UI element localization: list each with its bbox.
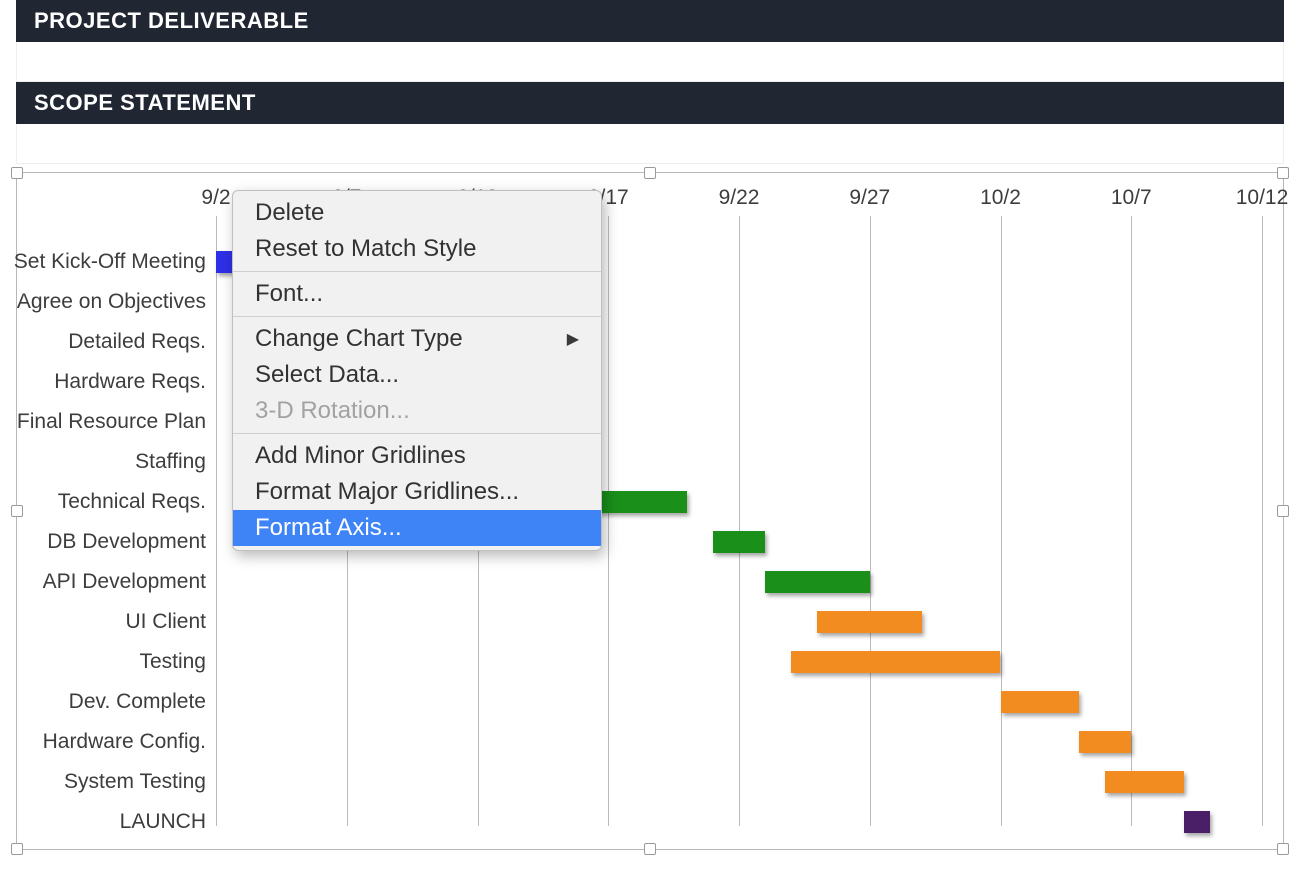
- gantt-bar[interactable]: [817, 611, 922, 633]
- context-menu: Delete Reset to Match Style Font... Chan…: [232, 190, 602, 551]
- menu-delete[interactable]: Delete: [233, 195, 601, 231]
- y-category-label: UI Client: [125, 610, 206, 634]
- menu-font[interactable]: Font...: [233, 276, 601, 312]
- resize-handle-br[interactable]: [1277, 843, 1289, 855]
- gantt-bar[interactable]: [1079, 731, 1131, 753]
- menu-add-minor-gridlines[interactable]: Add Minor Gridlines: [233, 438, 601, 474]
- resize-handle-bc[interactable]: [644, 843, 656, 855]
- y-category-label: Dev. Complete: [69, 690, 206, 714]
- resize-handle-ml[interactable]: [11, 505, 23, 517]
- resize-handle-tr[interactable]: [1277, 167, 1289, 179]
- y-category-label: Hardware Reqs.: [54, 370, 206, 394]
- x-tick-label: 9/2: [201, 186, 230, 210]
- y-category-label: Agree on Objectives: [17, 290, 206, 314]
- gantt-bar[interactable]: [791, 651, 1000, 673]
- chevron-right-icon: ▶: [567, 329, 579, 349]
- menu-format-major-gridlines[interactable]: Format Major Gridlines...: [233, 474, 601, 510]
- resize-handle-bl[interactable]: [11, 843, 23, 855]
- x-tick-label: 9/22: [719, 186, 760, 210]
- y-category-label: LAUNCH: [120, 810, 206, 834]
- y-category-label: API Development: [43, 570, 206, 594]
- x-tick-label: 10/7: [1111, 186, 1152, 210]
- y-category-label: Technical Reqs.: [58, 490, 206, 514]
- y-category-label: Detailed Reqs.: [68, 330, 206, 354]
- menu-reset-style[interactable]: Reset to Match Style: [233, 231, 601, 267]
- y-category-label: Final Resource Plan: [17, 410, 206, 434]
- menu-format-axis[interactable]: Format Axis...: [233, 510, 601, 546]
- gantt-bar[interactable]: [1184, 811, 1210, 833]
- x-tick-label: 10/12: [1236, 186, 1289, 210]
- x-tick-label: 10/2: [980, 186, 1021, 210]
- y-category-label: Staffing: [135, 450, 206, 474]
- y-category-label: System Testing: [64, 770, 206, 794]
- x-tick-label: 9/27: [849, 186, 890, 210]
- menu-change-chart-type[interactable]: Change Chart Type ▶: [233, 321, 601, 357]
- deliverable-header: PROJECT DELIVERABLE: [16, 0, 1284, 42]
- deliverable-body[interactable]: [16, 42, 1284, 82]
- resize-handle-mr[interactable]: [1277, 505, 1289, 517]
- resize-handle-tc[interactable]: [644, 167, 656, 179]
- y-category-label: Testing: [139, 650, 206, 674]
- gantt-bar[interactable]: [713, 531, 765, 553]
- y-category-label: DB Development: [47, 530, 206, 554]
- scope-header: SCOPE STATEMENT: [16, 82, 1284, 124]
- gridline: [1262, 216, 1263, 826]
- gantt-chart[interactable]: Set Kick-Off Meeting Agree on Objectives D…: [16, 172, 1284, 850]
- gantt-bar[interactable]: [765, 571, 870, 593]
- gantt-bar[interactable]: [1105, 771, 1183, 793]
- menu-select-data[interactable]: Select Data...: [233, 357, 601, 393]
- gantt-bar[interactable]: [1001, 691, 1079, 713]
- y-category-label: Hardware Config.: [43, 730, 206, 754]
- resize-handle-tl[interactable]: [11, 167, 23, 179]
- menu-3d-rotation: 3-D Rotation...: [233, 393, 601, 429]
- y-category-label: Set Kick-Off Meeting: [14, 250, 206, 274]
- scope-body[interactable]: [16, 124, 1284, 164]
